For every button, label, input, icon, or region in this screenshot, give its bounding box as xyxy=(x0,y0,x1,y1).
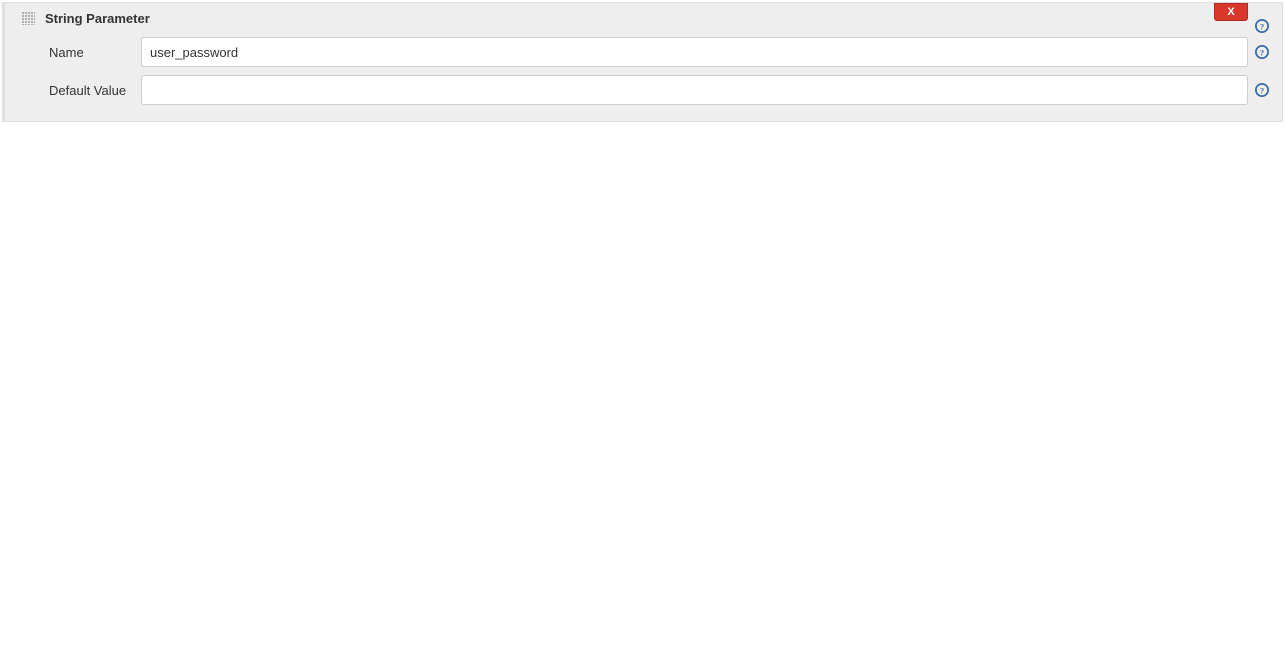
panel-title: String Parameter xyxy=(45,11,150,26)
svg-text:?: ? xyxy=(1260,22,1264,32)
help-icon[interactable]: ? xyxy=(1254,19,1270,33)
name-label: Name xyxy=(49,45,141,60)
default-value-label: Default Value xyxy=(49,83,141,98)
delete-button[interactable]: X xyxy=(1214,3,1248,21)
drag-handle-icon[interactable] xyxy=(21,11,35,25)
name-row: Name ? xyxy=(5,33,1282,71)
default-value-row: Default Value ? xyxy=(5,71,1282,109)
svg-text:?: ? xyxy=(1260,86,1264,96)
name-input[interactable] xyxy=(141,37,1248,67)
help-icon[interactable]: ? xyxy=(1254,45,1270,59)
help-icon[interactable]: ? xyxy=(1254,83,1270,97)
panel-header: String Parameter X ? xyxy=(5,3,1282,33)
string-parameter-panel: String Parameter X ? Name ? Default Valu… xyxy=(2,2,1283,122)
default-value-input[interactable] xyxy=(141,75,1248,105)
svg-text:?: ? xyxy=(1260,48,1264,58)
